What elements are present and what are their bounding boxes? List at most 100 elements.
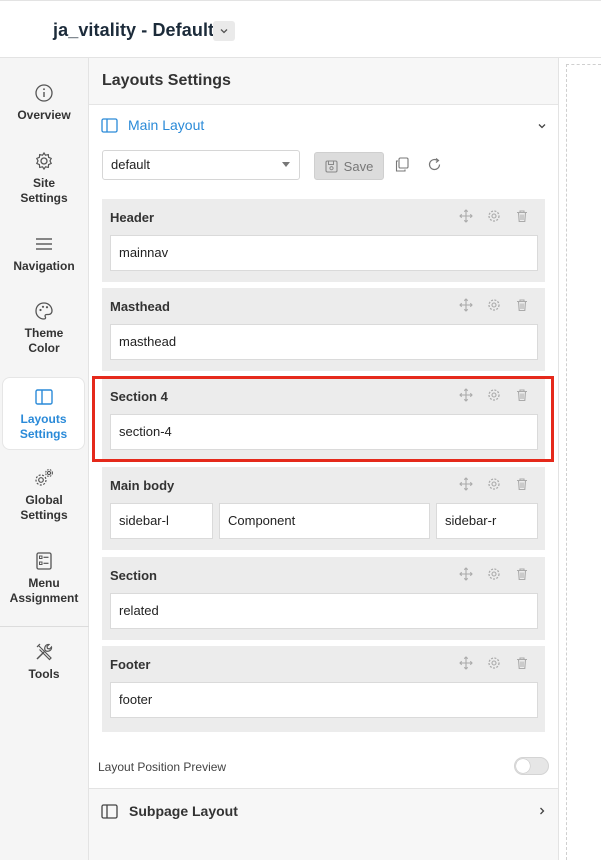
gear-icon[interactable] — [487, 209, 503, 225]
chevron-right-icon[interactable] — [537, 806, 547, 816]
position-block[interactable]: related — [110, 593, 538, 629]
menu-bars-icon — [36, 238, 52, 250]
tools-icon — [36, 643, 53, 661]
sidebar-item-menu-assignment[interactable]: Menu Assignment — [0, 550, 88, 606]
panel-title: Layouts Settings — [102, 72, 231, 89]
gear-icon[interactable] — [487, 388, 503, 404]
layout-section-footer[interactable]: Footer footer — [102, 646, 545, 732]
section-title: Section 4 — [110, 389, 168, 404]
position-block[interactable]: masthead — [110, 324, 538, 360]
subpage-layout-header[interactable]: Subpage Layout — [101, 803, 238, 819]
columns-icon — [101, 803, 118, 819]
save-button[interactable]: Save — [314, 152, 384, 180]
refresh-icon[interactable] — [427, 157, 442, 172]
gear-icon[interactable] — [487, 477, 503, 493]
move-icon[interactable] — [459, 388, 475, 404]
section-title: Footer — [110, 657, 151, 672]
sidebar-item-label: Settings — [19, 427, 68, 441]
sidebar-item-label: Assignment — [9, 591, 79, 605]
gears-icon — [35, 469, 53, 486]
chevron-down-icon[interactable] — [537, 121, 547, 131]
sidebar-item-tools[interactable]: Tools — [0, 641, 88, 682]
gear-icon[interactable] — [487, 567, 503, 583]
layout-section-header[interactable]: Header mainnav — [102, 199, 545, 282]
move-icon[interactable] — [459, 477, 475, 493]
sidebar-item-label: Menu — [28, 576, 60, 590]
move-icon[interactable] — [459, 567, 475, 583]
trash-icon[interactable] — [515, 298, 531, 314]
gear-icon[interactable] — [487, 656, 503, 672]
position-block[interactable]: mainnav — [110, 235, 538, 271]
sidebar-item-label: Color — [28, 341, 60, 355]
save-label: Save — [343, 158, 374, 174]
trash-icon[interactable] — [515, 388, 531, 404]
trash-icon[interactable] — [515, 656, 531, 672]
position-block[interactable]: Component — [219, 503, 430, 539]
section-title: Header — [110, 210, 155, 225]
section-tools — [459, 209, 531, 225]
subpage-divider — [89, 788, 558, 789]
move-icon[interactable] — [459, 298, 475, 314]
layout-section-section[interactable]: Section related — [102, 557, 545, 640]
sidebar-item-overview[interactable]: Overview — [0, 82, 88, 123]
section-tools — [459, 298, 531, 314]
layout-section-section-4[interactable]: Section 4 section-4 — [102, 378, 545, 461]
layout-preview-canvas — [566, 64, 601, 860]
sidebar-item-label: Navigation — [13, 259, 75, 273]
toggle-knob — [516, 759, 530, 773]
site-title: ja_vitality - Default — [53, 20, 215, 40]
info-circle-icon — [35, 84, 53, 102]
layout-preset-select[interactable]: default — [102, 150, 300, 180]
palette-icon — [35, 302, 53, 320]
sidebar-item-site-settings[interactable]: Site Settings — [0, 150, 88, 206]
layout-position-preview-label: Layout Position Preview — [98, 760, 227, 774]
layout-section-masthead[interactable]: Masthead masthead — [102, 288, 545, 371]
chevron-down-icon — [220, 29, 228, 34]
section-tools — [459, 477, 531, 493]
layout-position-preview-toggle[interactable] — [514, 757, 549, 775]
sidebar-item-label: Settings — [20, 508, 68, 522]
sidebar-item-label: Theme — [24, 326, 64, 340]
list-check-icon — [36, 552, 52, 570]
section-title: Main body — [110, 478, 175, 493]
trash-icon[interactable] — [515, 209, 531, 225]
sidebar-item-layouts-settings[interactable]: Layouts Settings — [2, 377, 85, 450]
copy-icon[interactable] — [395, 157, 409, 172]
move-icon[interactable] — [459, 209, 475, 225]
trash-icon[interactable] — [515, 477, 531, 493]
sidebar-nav: Overview Site Settings Navigation Theme … — [0, 58, 89, 860]
sidebar-item-label: Settings — [20, 191, 68, 205]
section-tools — [459, 567, 531, 583]
position-block[interactable]: section-4 — [110, 414, 538, 450]
move-icon[interactable] — [459, 656, 475, 672]
position-block[interactable]: sidebar-l — [110, 503, 213, 539]
sidebar-item-navigation[interactable]: Navigation — [0, 233, 88, 274]
gear-icon — [35, 151, 53, 171]
main-layout-header[interactable]: Main Layout — [101, 117, 204, 133]
position-block[interactable]: footer — [110, 682, 538, 718]
section-tools — [459, 388, 531, 404]
layout-section-main-body[interactable]: Main body sidebar-l Component sidebar-r — [102, 467, 545, 550]
top-bar: ja_vitality - Default — [0, 0, 601, 58]
sidebar-item-label: Overview — [17, 108, 71, 122]
section-title: Masthead — [110, 299, 170, 314]
subpage-layout-label: Subpage Layout — [129, 803, 238, 819]
main-layout-label: Main Layout — [128, 117, 205, 133]
sidebar-item-global-settings[interactable]: Global Settings — [0, 467, 88, 523]
columns-icon — [34, 389, 53, 405]
caret-down-icon — [282, 162, 290, 167]
layout-preset-value: default — [111, 157, 151, 172]
trash-icon[interactable] — [515, 567, 531, 583]
position-block[interactable]: sidebar-r — [436, 503, 538, 539]
sidebar-item-theme-color[interactable]: Theme Color — [0, 300, 88, 356]
sidebar-item-label: Tools — [28, 667, 60, 681]
section-tools — [459, 656, 531, 672]
gear-icon[interactable] — [487, 298, 503, 314]
sidebar-item-label: Global — [25, 493, 63, 507]
save-icon — [325, 159, 338, 173]
sidebar-divider — [0, 626, 89, 627]
site-dropdown-button[interactable] — [213, 21, 235, 41]
layouts-settings-panel: Layouts Settings Main Layout default Sav… — [89, 58, 559, 860]
columns-icon — [101, 117, 118, 133]
sidebar-item-label: Site — [32, 176, 55, 190]
